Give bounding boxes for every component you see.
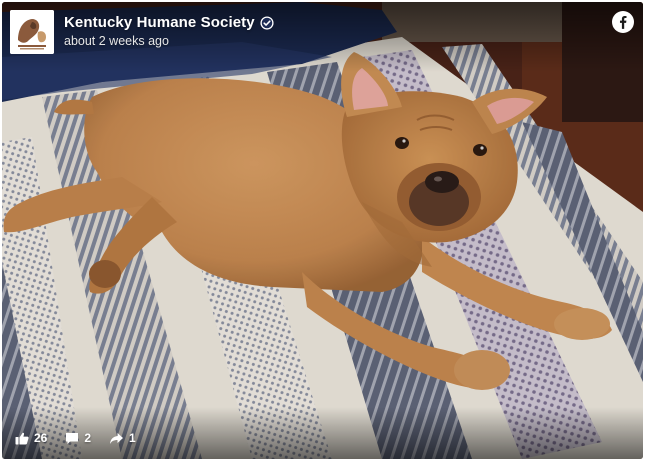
page-avatar[interactable]	[10, 10, 54, 54]
facebook-icon[interactable]	[612, 11, 634, 33]
post-timestamp[interactable]: about 2 weeks ago	[64, 34, 169, 48]
thumbs-up-icon	[15, 432, 29, 444]
share-button[interactable]: 1	[109, 431, 136, 445]
page-name-text: Kentucky Humane Society	[64, 14, 255, 31]
comment-button[interactable]: 2	[65, 431, 91, 445]
page-name[interactable]: Kentucky Humane Society	[64, 14, 274, 31]
comment-count: 2	[84, 431, 92, 445]
verified-badge-icon	[260, 15, 274, 30]
share-count: 1	[129, 431, 136, 445]
comment-icon	[66, 432, 79, 444]
like-button[interactable]: 26	[15, 431, 47, 445]
share-arrow-icon	[110, 432, 124, 444]
like-count: 26	[34, 431, 48, 445]
post-footer: 26 2 1	[2, 407, 643, 459]
kentucky-humane-society-logo	[10, 10, 54, 54]
post-header: Kentucky Humane Society about 2 weeks ag…	[2, 2, 643, 72]
engagement-bar: 26 2 1	[15, 431, 136, 445]
facebook-post-card[interactable]: Kentucky Humane Society about 2 weeks ag…	[2, 2, 643, 459]
